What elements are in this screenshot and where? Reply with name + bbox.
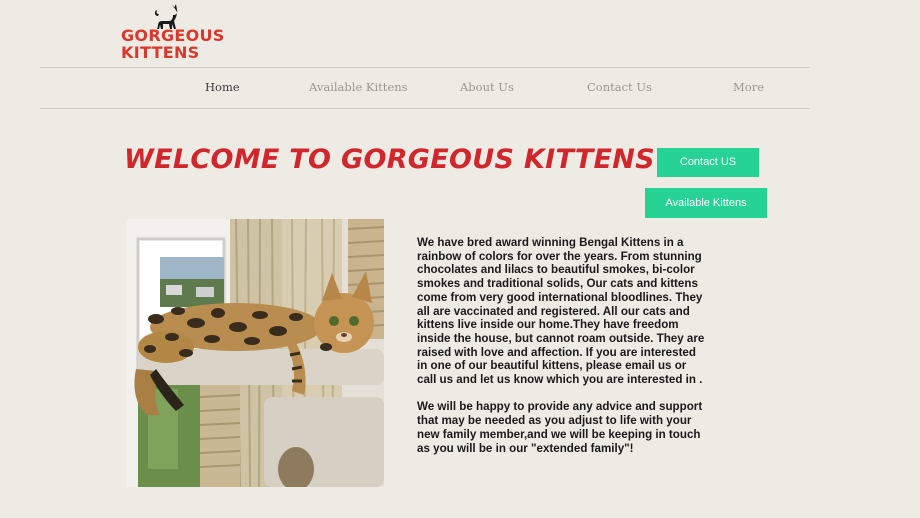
page-title: WELCOME TO GORGEOUS KITTENS — [124, 144, 655, 175]
intro-text: We have bred award winning Bengal Kitten… — [417, 236, 707, 455]
contact-us-button[interactable]: Contact US — [657, 148, 759, 177]
site-logo[interactable]: GORGEOUS KITTENS — [120, 2, 224, 64]
kitten-photo — [126, 219, 384, 487]
intro-paragraph-1: We have bred award winning Bengal Kitten… — [417, 236, 705, 387]
nav-item-home[interactable]: Home — [205, 68, 240, 108]
logo-line-1: GORGEOUS — [121, 26, 225, 45]
nav-divider-bottom — [40, 108, 810, 109]
nav-item-available-kittens[interactable]: Available Kittens — [309, 68, 408, 108]
nav-item-more[interactable]: More — [733, 68, 764, 108]
logo-text: GORGEOUS KITTENS — [121, 27, 225, 61]
main-nav: Home Available Kittens About Us Contact … — [155, 68, 810, 108]
nav-item-contact-us[interactable]: Contact Us — [587, 68, 652, 108]
logo-line-2: KITTENS — [121, 43, 200, 62]
available-kittens-button[interactable]: Available Kittens — [645, 188, 767, 218]
bengal-kitten-illustration — [126, 219, 384, 487]
nav-item-about-us[interactable]: About Us — [460, 68, 514, 108]
intro-paragraph-2: We will be happy to provide any advice a… — [417, 400, 703, 455]
